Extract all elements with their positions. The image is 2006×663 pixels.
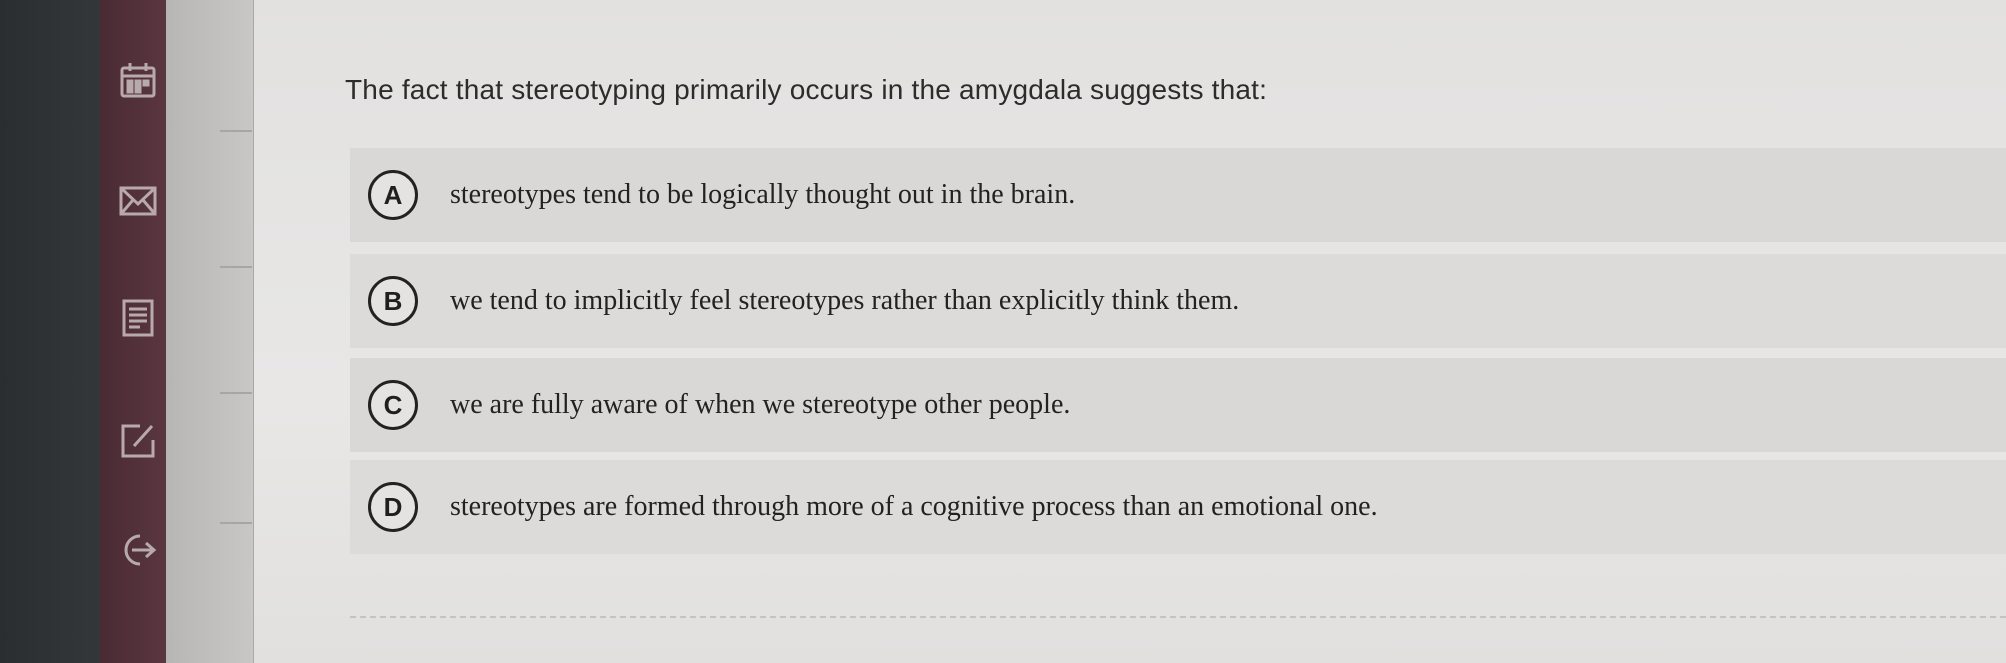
divider: [220, 130, 252, 132]
option-text-c: we are fully aware of when we stereotype…: [450, 389, 1071, 420]
option-letter-b: B: [368, 276, 418, 326]
option-text-b: we tend to implicitly feel stereotypes r…: [450, 285, 1240, 316]
option-b[interactable]: B we tend to implicitly feel stereotypes…: [350, 254, 2006, 348]
divider: [220, 392, 252, 394]
mail-icon[interactable]: [116, 178, 160, 222]
option-letter-a: A: [368, 170, 418, 220]
logout-icon[interactable]: [116, 528, 160, 572]
edit-icon[interactable]: [116, 418, 160, 462]
document-icon[interactable]: [116, 296, 160, 340]
option-letter-d: D: [368, 482, 418, 532]
option-text-d: stereotypes are formed through more of a…: [450, 491, 1378, 522]
option-a[interactable]: A stereotypes tend to be logically thoug…: [350, 148, 2006, 242]
divider: [350, 616, 2006, 618]
option-c[interactable]: C we are fully aware of when we stereoty…: [350, 358, 2006, 452]
question-text: The fact that stereotyping primarily occ…: [345, 74, 1268, 105]
divider: [220, 266, 252, 268]
option-d[interactable]: D stereotypes are formed through more of…: [350, 460, 2006, 554]
option-text-a: stereotypes tend to be logically thought…: [450, 179, 1076, 210]
calendar-icon[interactable]: [116, 58, 160, 102]
screen-bezel: [0, 0, 100, 663]
option-letter-c: C: [368, 380, 418, 430]
gutter: [166, 0, 254, 663]
divider: [220, 522, 252, 524]
